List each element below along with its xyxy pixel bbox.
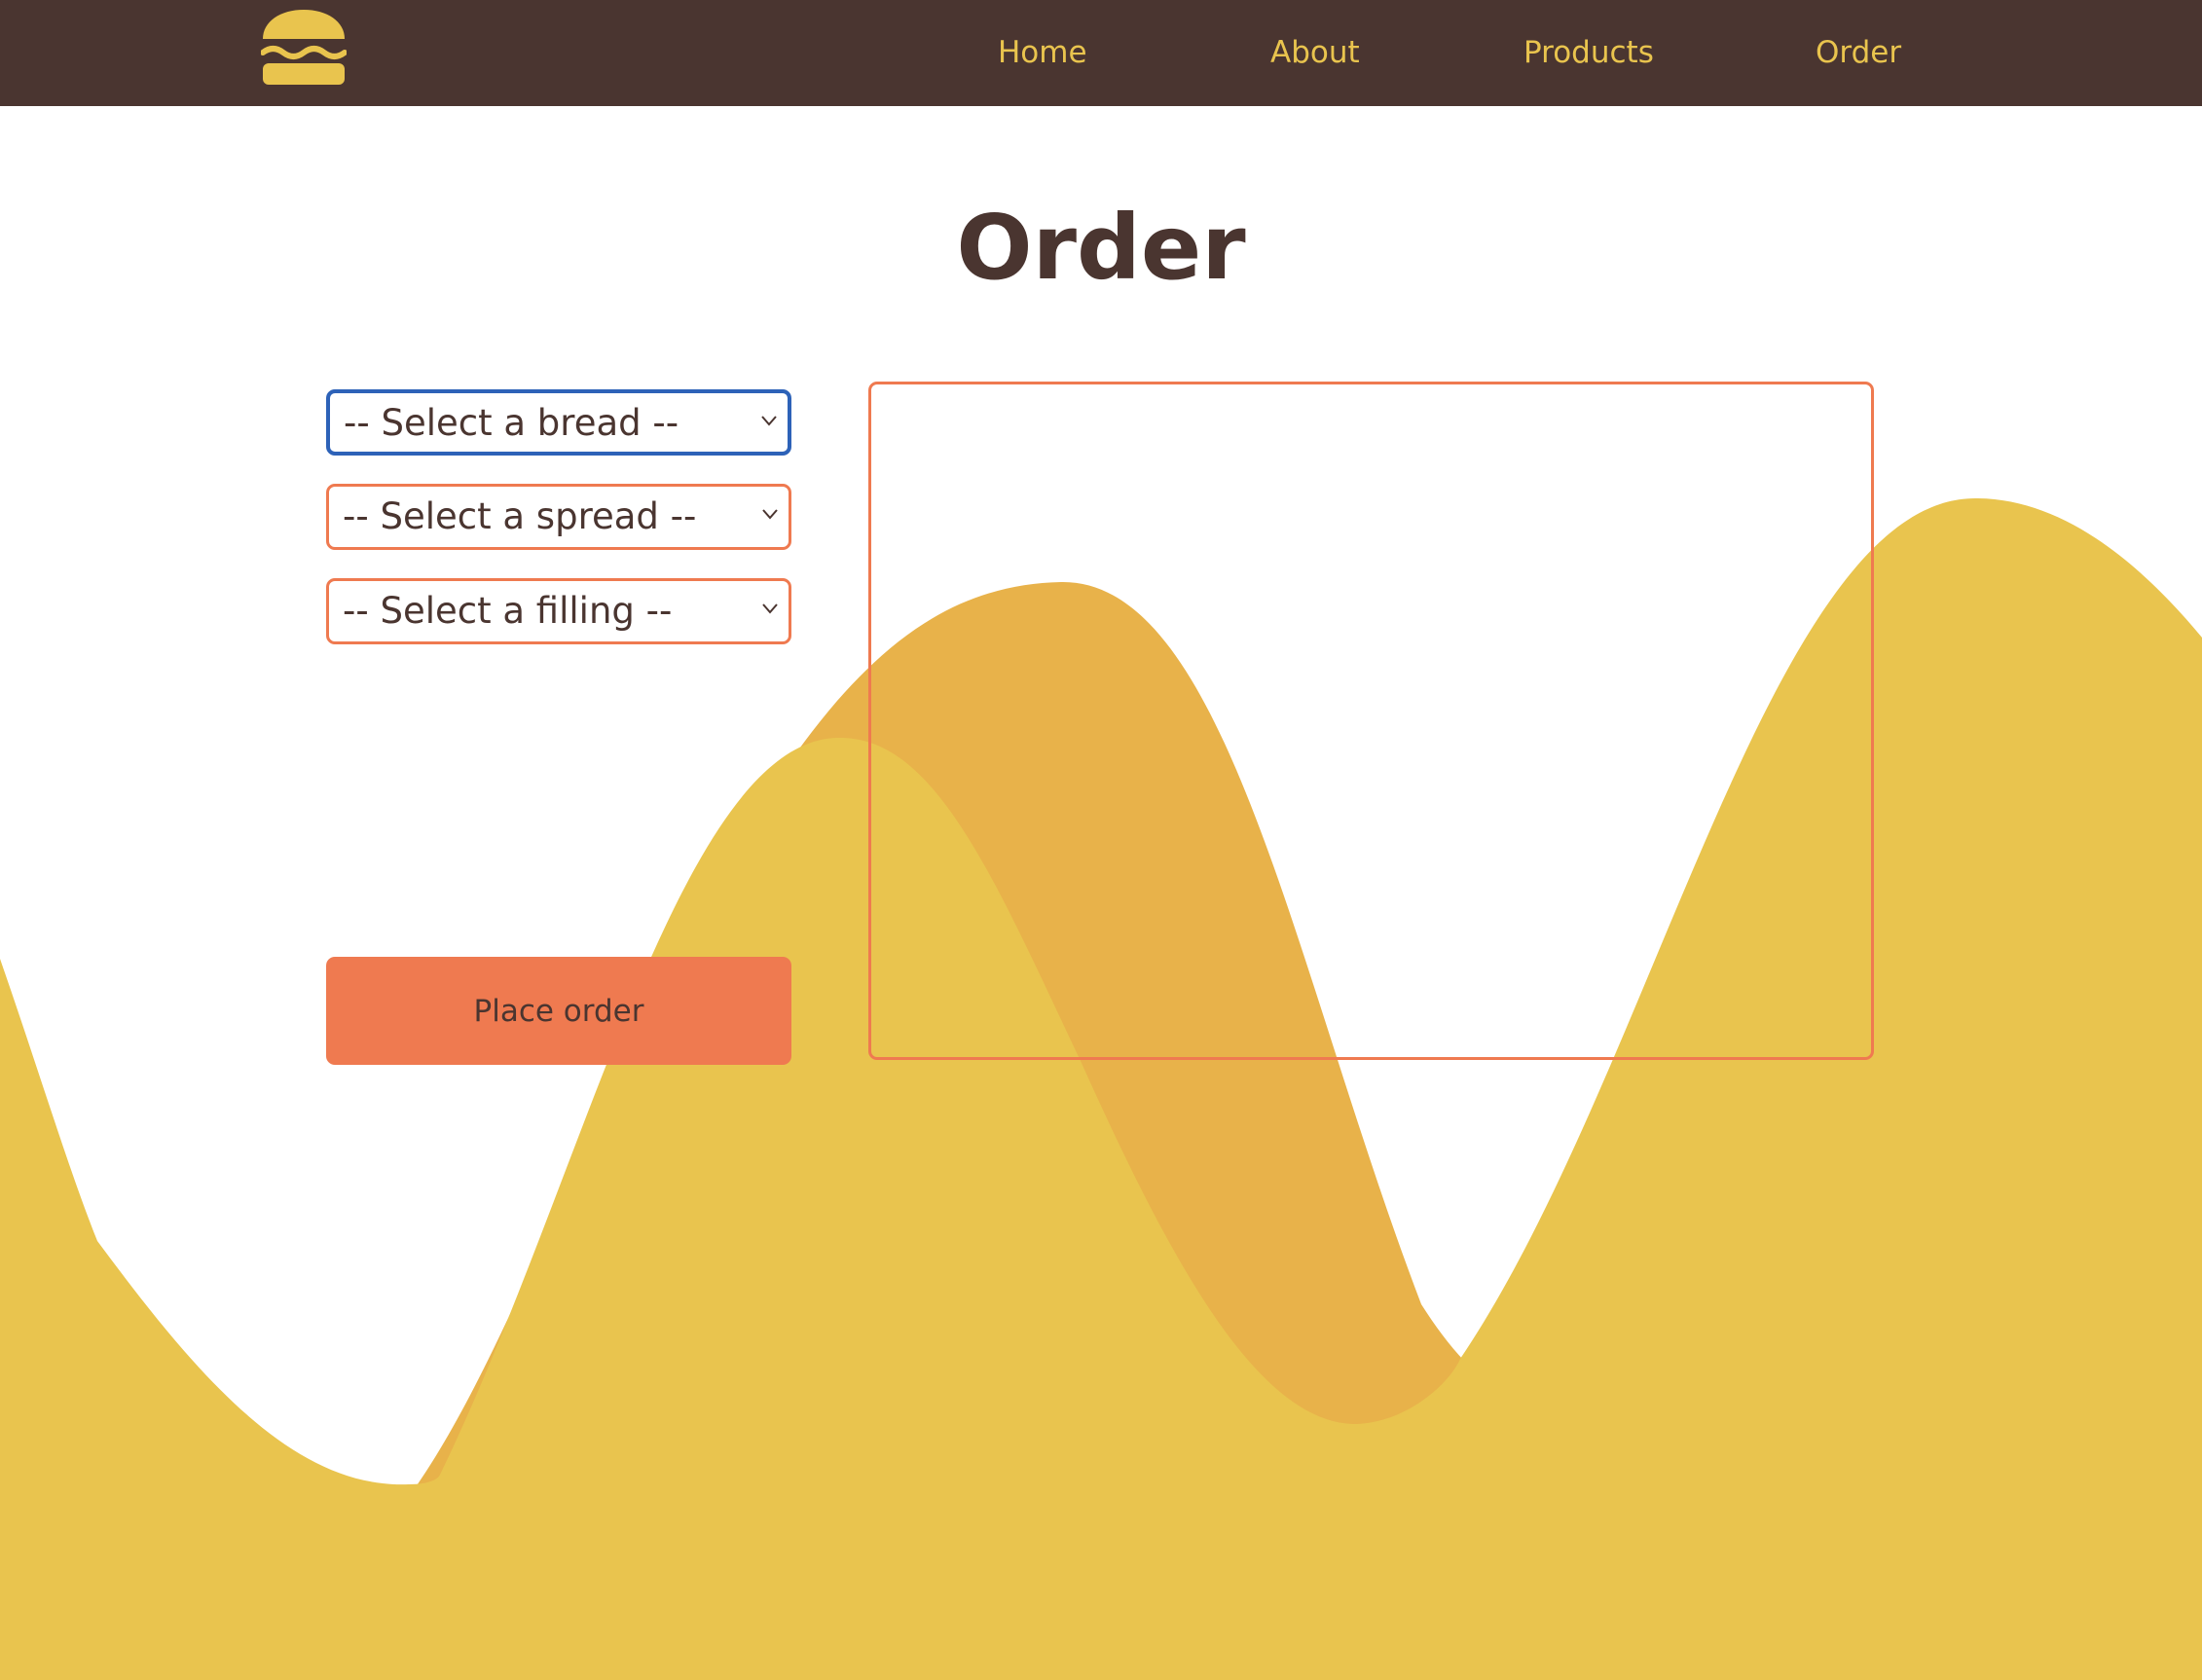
- nav-about-link[interactable]: About: [1270, 31, 1360, 74]
- chevron-down-icon: [762, 603, 778, 614]
- filling-select[interactable]: -- Select a filling --: [326, 578, 791, 644]
- nav-home-link[interactable]: Home: [998, 31, 1087, 74]
- navbar: Home About Products Order: [0, 0, 2202, 106]
- spread-select-value: -- Select a spread --: [343, 495, 697, 537]
- page-title: Order: [956, 196, 1246, 300]
- chevron-down-icon: [761, 416, 777, 426]
- place-order-button[interactable]: Place order: [326, 957, 791, 1065]
- nav-products-link[interactable]: Products: [1523, 31, 1654, 74]
- bread-select-value: -- Select a bread --: [344, 402, 679, 444]
- spread-select[interactable]: -- Select a spread --: [326, 484, 791, 550]
- filling-select-value: -- Select a filling --: [343, 590, 673, 632]
- nav-order-link[interactable]: Order: [1816, 31, 1901, 74]
- bread-select[interactable]: -- Select a bread --: [326, 389, 791, 456]
- burger-icon[interactable]: [261, 10, 347, 86]
- chevron-down-icon: [762, 509, 778, 520]
- order-preview-area: [868, 382, 1874, 1060]
